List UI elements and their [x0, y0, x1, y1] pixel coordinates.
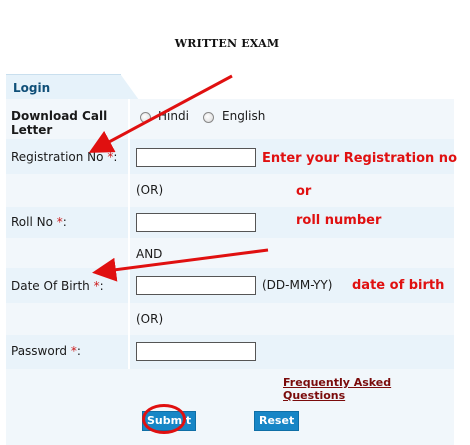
arrow-to-dob	[92, 248, 269, 282]
arrow-to-registration	[88, 74, 233, 153]
annotation-arrows	[88, 74, 269, 282]
